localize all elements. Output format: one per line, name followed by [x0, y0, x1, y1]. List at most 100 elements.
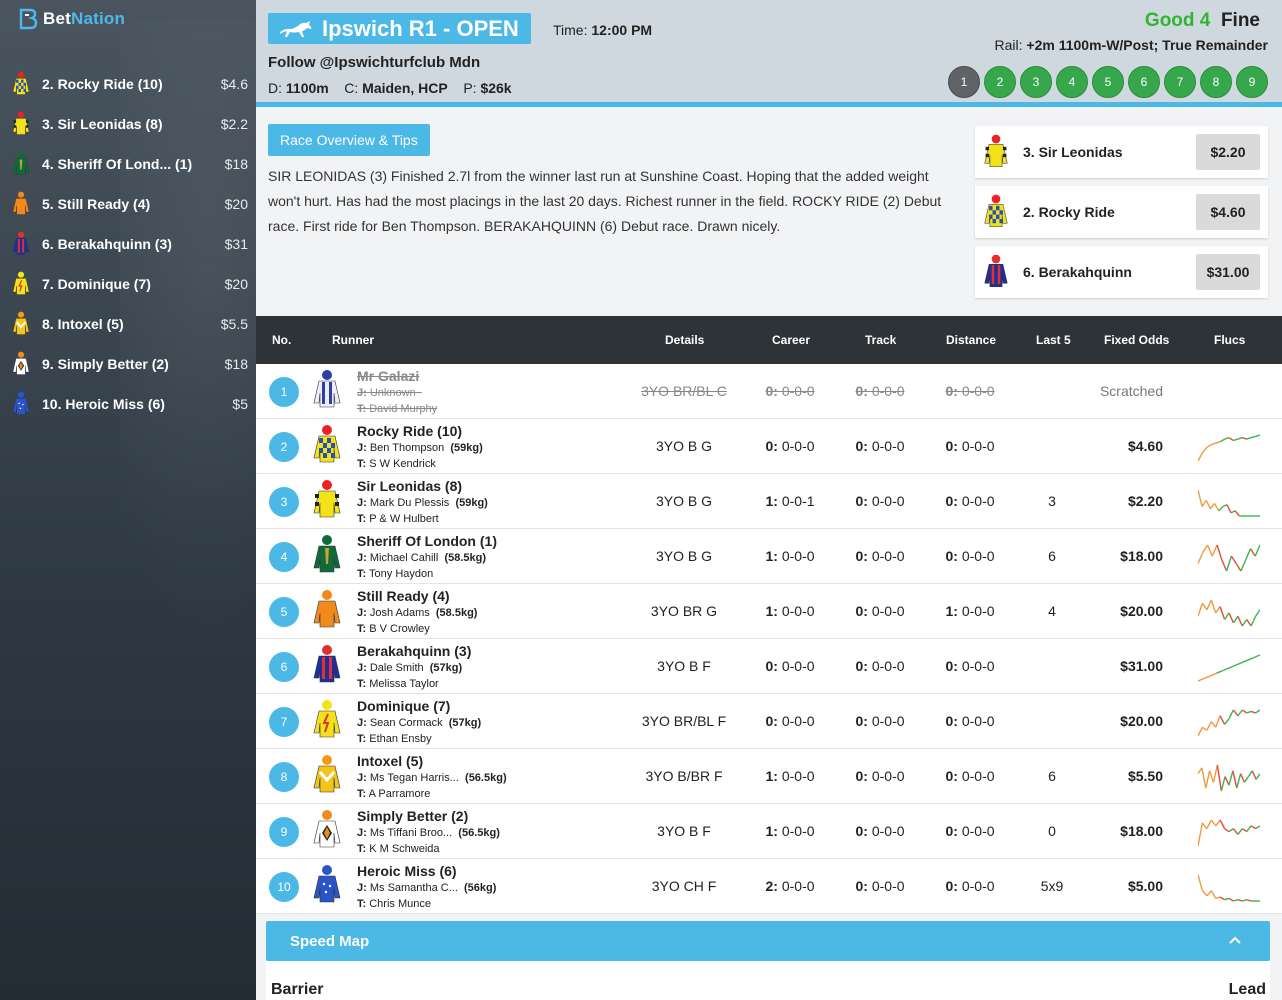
jockey-silk-icon: [10, 351, 32, 377]
flucs-sparkline: [1197, 541, 1261, 573]
race-selector: 123456789: [948, 66, 1268, 98]
jockey-silk-icon: [10, 111, 32, 137]
runner-distance: 0: 0-0-0: [945, 383, 995, 399]
runner-details: 3YO B G: [655, 438, 713, 454]
table-row: 6 Berakahquinn (3) J: Dale Smith (57kg) …: [256, 639, 1282, 694]
race-button[interactable]: 2: [984, 66, 1016, 98]
tips-list: 3. Sir Leonidas $2.20 2. Rocky Ride $4.6…: [975, 126, 1268, 306]
runner-jockey: J: Dale Smith (57kg): [357, 662, 463, 674]
runner-career: 1: 0-0-0: [765, 823, 815, 839]
runner-number: 6: [269, 652, 299, 682]
runner-fixed-odds[interactable]: $5.50: [1101, 768, 1163, 784]
runner-trainer: T: David Murphy: [357, 403, 438, 415]
runner-fixed-odds[interactable]: $20.00: [1101, 713, 1163, 729]
rail-info: Rail: +2m 1100m-W/Post; True Remainder: [994, 37, 1269, 53]
runner-fixed-odds[interactable]: $4.60: [1101, 438, 1163, 454]
runner-name[interactable]: Sir Leonidas (8): [357, 478, 462, 494]
col-track: Track: [865, 333, 897, 347]
jockey-silk-icon: [312, 424, 342, 466]
col-runner: Runner: [332, 333, 374, 347]
runner-trainer: T: B V Crowley: [357, 623, 430, 635]
runner-track: 0: 0-0-0: [855, 383, 905, 399]
sidebar-runner-item[interactable]: 3. Sir Leonidas (8) $2.2: [0, 104, 256, 144]
runner-name[interactable]: Simply Better (2): [357, 808, 468, 824]
runner-career: 1: 0-0-0: [765, 548, 815, 564]
sidebar-runner-item[interactable]: 6. Berakahquinn (3) $31: [0, 224, 256, 264]
runner-name[interactable]: Rocky Ride (10): [357, 423, 462, 439]
col-career: Career: [772, 333, 811, 347]
runner-name[interactable]: Mr Galazi: [357, 368, 419, 384]
runner-name[interactable]: Heroic Miss (6): [357, 863, 457, 879]
runner-track: 0: 0-0-0: [855, 438, 905, 454]
runner-last5: 6: [1048, 548, 1056, 564]
jockey-silk-icon: [312, 369, 342, 411]
runner-details: 3YO B G: [655, 548, 713, 564]
runner-last5: 4: [1048, 603, 1056, 619]
sidebar-runner-item[interactable]: 7. Dominique (7) $20: [0, 264, 256, 304]
runner-number: 8: [269, 762, 299, 792]
col-fixed-odds: Fixed Odds: [1104, 333, 1170, 347]
runner-name[interactable]: Still Ready (4): [357, 588, 450, 604]
tip-price-button[interactable]: $4.60: [1196, 194, 1260, 230]
runner-jockey: J: Ben Thompson (59kg): [357, 442, 483, 454]
sidebar-runner-item[interactable]: 4. Sheriff Of Lond... (1) $18: [0, 144, 256, 184]
runner-fixed-odds[interactable]: $20.00: [1101, 603, 1163, 619]
speed-map-header[interactable]: Speed Map: [266, 921, 1270, 961]
runner-track: 0: 0-0-0: [855, 548, 905, 564]
race-button[interactable]: 1: [948, 66, 980, 98]
runner-fixed-odds[interactable]: $18.00: [1101, 548, 1163, 564]
sidebar-runner-item[interactable]: 9. Simply Better (2) $18: [0, 344, 256, 384]
tip-price-button[interactable]: $2.20: [1196, 134, 1260, 170]
race-button[interactable]: 4: [1056, 66, 1088, 98]
runner-name[interactable]: Dominique (7): [357, 698, 450, 714]
sidebar-runner-item[interactable]: 5. Still Ready (4) $20: [0, 184, 256, 224]
col-no: No.: [272, 333, 292, 347]
chevron-up-icon[interactable]: [1228, 933, 1242, 947]
sidebar-runner-item[interactable]: 10. Heroic Miss (6) $5: [0, 384, 256, 424]
flucs-sparkline: [1197, 431, 1261, 463]
runner-track: 0: 0-0-0: [855, 713, 905, 729]
speed-map-title: Speed Map: [290, 932, 370, 950]
brand-logo[interactable]: BetNation: [18, 8, 125, 30]
runner-name[interactable]: Sheriff Of London (1): [357, 533, 497, 549]
runner-number: 3: [269, 487, 299, 517]
table-row: 8 Intoxel (5) J: Ms Tegan Harris... (56.…: [256, 749, 1282, 804]
runner-distance: 1: 0-0-0: [945, 603, 995, 619]
flucs-sparkline: [1197, 596, 1261, 628]
runner-name[interactable]: Berakahquinn (3): [357, 643, 471, 659]
runner-career: 1: 0-0-1: [765, 493, 815, 509]
tip-price-button[interactable]: $31.00: [1196, 254, 1260, 290]
race-button[interactable]: 7: [1164, 66, 1196, 98]
table-row: 7 Dominique (7) J: Sean Cormack (57kg) T…: [256, 694, 1282, 749]
sidebar-runner-name: 3. Sir Leonidas (8): [42, 116, 163, 132]
sidebar-runner-odds: $20: [224, 276, 248, 292]
runner-career: 0: 0-0-0: [765, 713, 815, 729]
race-button[interactable]: 3: [1020, 66, 1052, 98]
sidebar-runner-odds: $20: [224, 196, 248, 212]
runner-fixed-odds[interactable]: $31.00: [1101, 658, 1163, 674]
main-panel: Ipswich R1 - OPEN Time: 12:00 PM Follow …: [256, 0, 1282, 1000]
sidebar-runner-odds: $18: [224, 356, 248, 372]
runner-distance: 0: 0-0-0: [945, 438, 995, 454]
sidebar-runner-item[interactable]: 2. Rocky Ride (10) $4.6: [0, 64, 256, 104]
runner-distance: 0: 0-0-0: [945, 658, 995, 674]
sidebar-runner-item[interactable]: 8. Intoxel (5) $5.5: [0, 304, 256, 344]
flucs-sparkline: [1197, 871, 1260, 903]
runner-name[interactable]: Intoxel (5): [357, 753, 423, 769]
runner-track: 0: 0-0-0: [855, 658, 905, 674]
runner-fixed-odds[interactable]: $5.00: [1101, 878, 1163, 894]
race-button[interactable]: 8: [1200, 66, 1232, 98]
runner-fixed-odds[interactable]: $18.00: [1101, 823, 1163, 839]
jockey-silk-icon: [312, 864, 342, 906]
flucs-sparkline: [1197, 816, 1261, 848]
race-overview-button[interactable]: Race Overview & Tips: [268, 124, 430, 156]
sidebar-runner-odds: $4.6: [220, 76, 248, 92]
race-button[interactable]: 5: [1092, 66, 1124, 98]
race-button[interactable]: 9: [1236, 66, 1268, 98]
runner-fixed-odds[interactable]: $2.20: [1101, 493, 1163, 509]
runner-jockey: J: Mark Du Plessis (59kg): [357, 497, 488, 509]
runner-details: 3YO B/BR F: [645, 768, 723, 784]
jockey-silk-icon: [312, 479, 342, 521]
speed-map-body: Barrier Lead: [266, 961, 1270, 1000]
race-button[interactable]: 6: [1128, 66, 1160, 98]
